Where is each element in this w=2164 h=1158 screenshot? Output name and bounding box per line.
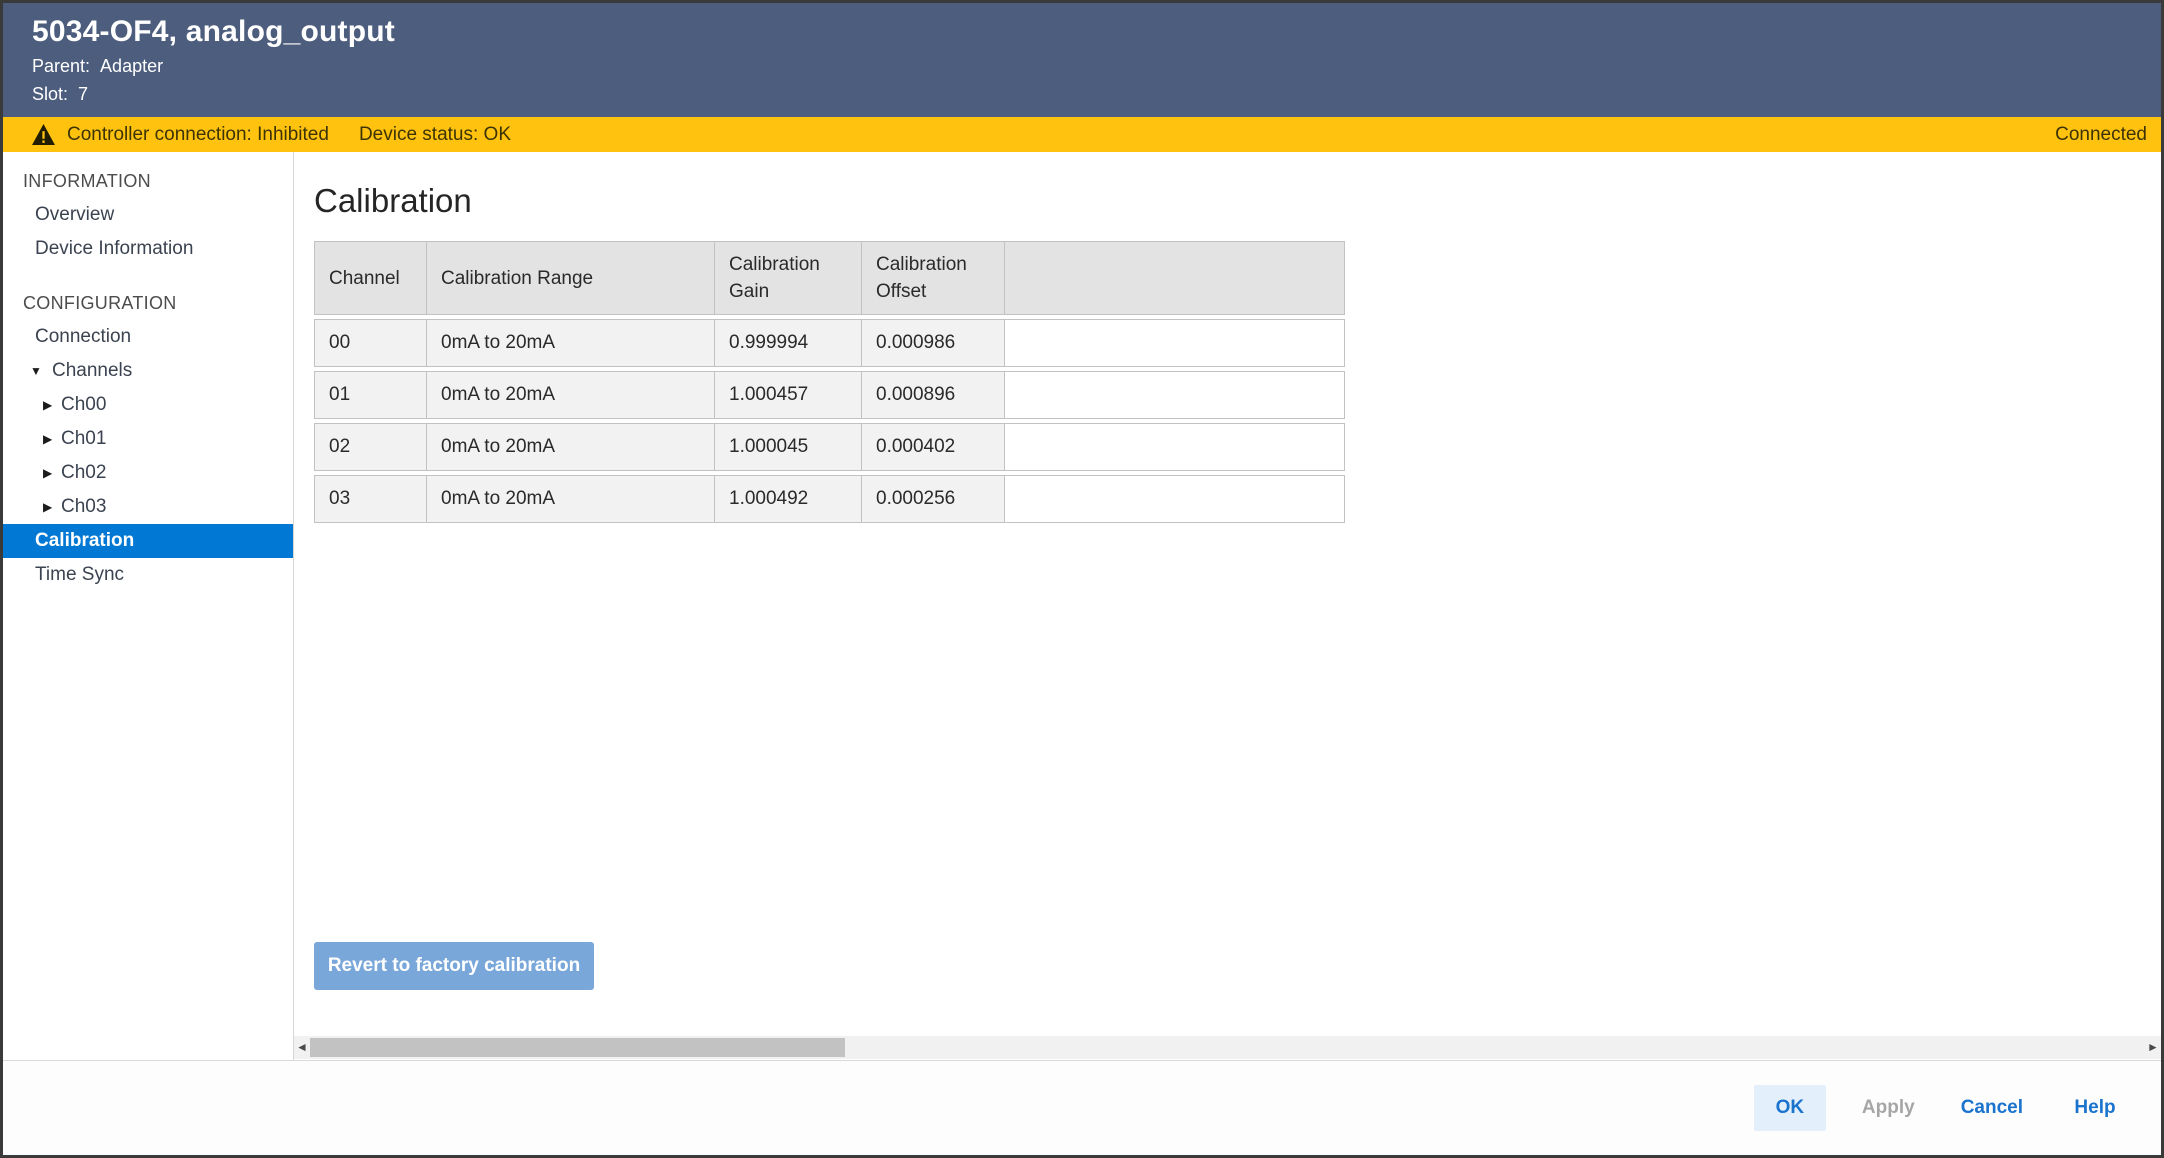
header-calibration-gain: Calibration Gain [715,241,862,315]
cell-empty [1005,423,1345,471]
horizontal-scrollbar[interactable]: ◄ ► [294,1036,2161,1059]
cell-gain: 1.000457 [715,371,862,419]
cell-channel: 02 [314,423,427,471]
sidebar-item-channels[interactable]: ▼Channels [3,354,293,388]
header-calibration-range: Calibration Range [427,241,715,315]
chevron-collapsed-icon[interactable]: ▶ [43,422,61,456]
parent-line: Parent: Adapter [32,56,2151,77]
cell-channel: 00 [314,319,427,367]
page-title: Calibration [314,182,2161,220]
status-banner: Controller connection: Inhibited Device … [3,117,2161,152]
cell-range: 0mA to 20mA [427,319,715,367]
revert-to-factory-calibration-button[interactable]: Revert to factory calibration [314,942,594,990]
nav-section-configuration: CONFIGURATION [3,286,293,320]
calibration-table: Channel Calibration Range Calibration Ga… [314,237,1345,527]
slot-line: Slot: 7 [32,84,2151,105]
cell-range: 0mA to 20mA [427,475,715,523]
sidebar-item-ch03-label[interactable]: Ch03 [61,496,106,517]
table-row: 01 0mA to 20mA 1.000457 0.000896 [314,371,1345,419]
help-button[interactable]: Help [2059,1085,2131,1131]
sidebar-item-ch03[interactable]: ▶Ch03 [3,490,293,524]
sidebar-item-ch01-label[interactable]: Ch01 [61,428,106,449]
calibration-table-header: Channel Calibration Range Calibration Ga… [314,241,1345,315]
nav-section-information: INFORMATION [3,164,293,198]
cell-offset: 0.000986 [862,319,1005,367]
content-inner: Calibration Channel Calibration Range Ca… [294,152,2161,527]
window-title: 5034-OF4, analog_output [32,15,2151,49]
nav-tree: INFORMATION Overview Device Information … [3,164,293,592]
cell-channel: 03 [314,475,427,523]
calibration-table-body: 00 0mA to 20mA 0.999994 0.000986 01 0mA … [314,319,1345,523]
sidebar: INFORMATION Overview Device Information … [3,152,294,1060]
scrollbar-track[interactable] [310,1036,2145,1059]
slot-value: 7 [78,84,88,104]
body: INFORMATION Overview Device Information … [3,152,2161,1060]
sidebar-item-overview[interactable]: Overview [3,198,293,232]
sidebar-item-connection[interactable]: Connection [3,320,293,354]
footer-bar: OK Apply Cancel Help [3,1060,2161,1155]
titlebar: 5034-OF4, analog_output Parent: Adapter S… [3,3,2161,117]
cell-empty [1005,475,1345,523]
chevron-collapsed-icon[interactable]: ▶ [43,388,61,422]
device-status: Device status: OK [359,124,511,146]
sidebar-item-calibration[interactable]: Calibration [3,524,293,558]
apply-button[interactable]: Apply [1852,1085,1925,1131]
sidebar-item-channels-label[interactable]: Channels [52,360,132,381]
header-calibration-offset: Calibration Offset [862,241,1005,315]
slot-label: Slot: [32,84,68,104]
header-empty [1005,241,1345,315]
table-row: 02 0mA to 20mA 1.000045 0.000402 [314,423,1345,471]
cell-offset: 0.000896 [862,371,1005,419]
main-content: Calibration Channel Calibration Range Ca… [294,152,2161,1060]
ok-button[interactable]: OK [1754,1085,1826,1131]
sidebar-item-ch02-label[interactable]: Ch02 [61,462,106,483]
cell-range: 0mA to 20mA [427,423,715,471]
cell-channel: 01 [314,371,427,419]
cell-empty [1005,319,1345,367]
cell-range: 0mA to 20mA [427,371,715,419]
cell-gain: 0.999994 [715,319,862,367]
sidebar-item-ch00[interactable]: ▶Ch00 [3,388,293,422]
cancel-button[interactable]: Cancel [1951,1085,2033,1131]
header-row: Channel Calibration Range Calibration Ga… [314,241,1345,315]
chevron-collapsed-icon[interactable]: ▶ [43,490,61,524]
scroll-left-icon[interactable]: ◄ [294,1036,310,1059]
sidebar-item-time-sync[interactable]: Time Sync [3,558,293,592]
sidebar-item-ch00-label[interactable]: Ch00 [61,394,106,415]
warning-icon [32,124,55,145]
cell-gain: 1.000492 [715,475,862,523]
connection-state: Connected [2055,124,2147,146]
scrollbar-thumb[interactable] [310,1038,845,1057]
parent-value: Adapter [100,56,163,76]
controller-connection-status: Controller connection: Inhibited [67,124,329,146]
scroll-right-icon[interactable]: ► [2145,1036,2161,1059]
chevron-expanded-icon[interactable]: ▼ [30,354,52,388]
header-channel: Channel [314,241,427,315]
sidebar-item-ch02[interactable]: ▶Ch02 [3,456,293,490]
sidebar-item-ch01[interactable]: ▶Ch01 [3,422,293,456]
device-config-window: 5034-OF4, analog_output Parent: Adapter S… [0,0,2164,1158]
table-row: 00 0mA to 20mA 0.999994 0.000986 [314,319,1345,367]
cell-offset: 0.000256 [862,475,1005,523]
cell-gain: 1.000045 [715,423,862,471]
chevron-collapsed-icon[interactable]: ▶ [43,456,61,490]
cell-empty [1005,371,1345,419]
parent-label: Parent: [32,56,90,76]
sidebar-item-device-information[interactable]: Device Information [3,232,293,266]
cell-offset: 0.000402 [862,423,1005,471]
table-row: 03 0mA to 20mA 1.000492 0.000256 [314,475,1345,523]
